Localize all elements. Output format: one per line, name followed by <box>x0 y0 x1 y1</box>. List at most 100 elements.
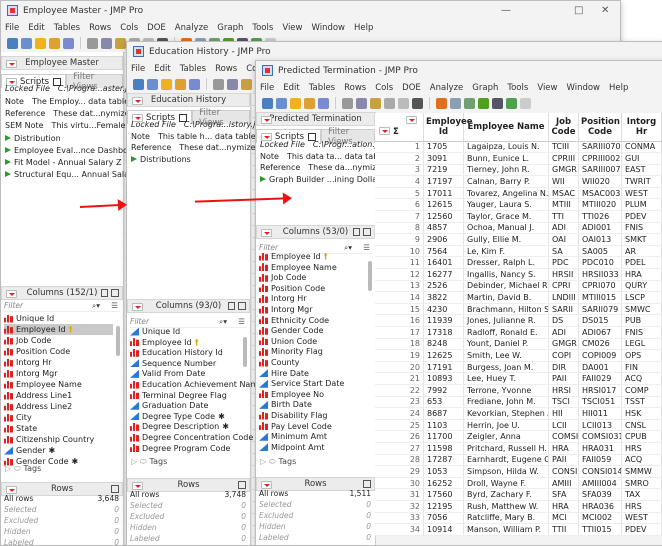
table-name-header[interactable]: Employee Master <box>1 56 123 70</box>
table-cell[interactable]: ADI067 <box>578 326 622 339</box>
toolbar-button-icon[interactable] <box>21 37 32 49</box>
row-number[interactable]: 25 <box>375 419 424 432</box>
table-cell[interactable]: LEGL <box>621 338 662 351</box>
menu-tools[interactable]: Tools <box>507 83 528 93</box>
table-cell[interactable]: PDEL <box>621 256 662 270</box>
column-item[interactable]: Intorg Hr <box>259 293 307 304</box>
table-cell[interactable]: PDC <box>548 256 579 270</box>
column-item[interactable]: Birth Date <box>259 399 312 410</box>
menu-file[interactable]: File <box>260 83 274 93</box>
table-cell[interactable]: Lee, Huey T. <box>463 372 549 385</box>
menu-cols[interactable]: Cols <box>120 23 138 33</box>
table-row[interactable]: 32 12195 Rush, Matthew W. HRA HRA036 HRS <box>375 500 662 513</box>
toolbar-button-icon[interactable] <box>356 97 367 109</box>
table-cell[interactable]: Earnhardt, Eugene G. <box>463 454 549 467</box>
tags-toggle[interactable]: ▷ ⬭ Tags <box>260 457 296 467</box>
row-number[interactable]: 18 <box>375 338 424 351</box>
row-number[interactable]: 13 <box>375 280 424 293</box>
menu-tables[interactable]: Tables <box>180 64 206 74</box>
table-cell[interactable]: PDEV <box>621 523 662 536</box>
table-script[interactable]: Structural Equ... Annual Salary Z <box>5 170 145 179</box>
table-row[interactable]: 18 8248 Yount, Daniel P. GMGR CM026 LEGL <box>375 338 662 351</box>
table-cell[interactable]: 17287 <box>423 454 464 467</box>
table-cell[interactable]: PAII <box>548 372 579 385</box>
table-cell[interactable]: QURY <box>621 280 662 293</box>
table-cell[interactable]: SARIII007 <box>578 164 622 177</box>
table-cell[interactable]: Frediane, John M. <box>463 396 549 409</box>
toolbar-button-icon[interactable] <box>7 37 18 49</box>
column-item[interactable]: Intorg Hr <box>4 357 52 368</box>
toolbar-button-icon[interactable] <box>262 97 273 109</box>
toolbar-button-icon[interactable] <box>290 97 301 109</box>
menu-help[interactable]: Help <box>354 23 373 33</box>
table-row[interactable]: 29 1053 Simpson, Hilda W. CONSI CONSI014 SMMW <box>375 465 662 478</box>
run-script-icon[interactable] <box>5 147 11 153</box>
checkbox[interactable] <box>111 289 119 297</box>
table-row[interactable]: 27 11598 Pritchard, Russell H. HRA HRA031 HRS <box>375 442 662 455</box>
table-cell[interactable]: 7219 <box>423 164 464 177</box>
table-cell[interactable]: Burgess, Joan M. <box>463 361 549 374</box>
table-cell[interactable]: OPS <box>621 349 662 362</box>
table-row[interactable]: 16 11939 Jones, Julianne R. DS DS015 PUB <box>375 314 662 327</box>
table-cell[interactable]: Martin, David B. <box>463 291 549 304</box>
table-cell[interactable]: 1103 <box>423 419 464 432</box>
table-cell[interactable]: LNDIII <box>548 291 579 304</box>
table-script[interactable]: Distributions <box>131 155 191 164</box>
column-item[interactable]: Terminal Degree Flag <box>130 390 227 401</box>
table-cell[interactable]: Droll, Wayne F. <box>463 477 549 490</box>
toolbar-button-icon[interactable] <box>189 78 200 90</box>
row-number[interactable]: 10 <box>375 245 424 258</box>
table-cell[interactable]: Brachmann, Hilton S. <box>463 303 549 316</box>
row-number[interactable]: 17 <box>375 326 424 339</box>
table-cell[interactable]: MSAC <box>548 187 579 200</box>
row-number[interactable]: 11 <box>375 256 424 270</box>
table-row[interactable]: 25 1103 Herrin, Joe U. LCII LCII013 CNSL <box>375 419 662 432</box>
toolbar-button-icon[interactable] <box>115 37 126 49</box>
table-cell[interactable]: CNSL <box>621 419 662 432</box>
table-cell[interactable]: COPI009 <box>578 349 622 362</box>
table-cell[interactable]: 17191 <box>423 361 464 374</box>
table-cell[interactable]: Byrd, Zachary F. <box>463 488 549 501</box>
red-triangle-menu-icon[interactable] <box>132 303 143 311</box>
table-cell[interactable]: SA005 <box>578 245 622 258</box>
row-number[interactable]: 7 <box>375 210 424 223</box>
table-cell[interactable]: 17011 <box>423 187 464 200</box>
table-cell[interactable]: Terrone, Yvonne <box>463 384 549 397</box>
table-row[interactable]: 7 12560 Taylor, Grace M. TTI TTI026 PDEV <box>375 210 662 223</box>
table-cell[interactable]: Tovarez, Angelina N. <box>463 187 549 200</box>
table-row[interactable]: 28 17287 Earnhardt, Eugene G. PAII FAII059 AC… <box>375 454 662 467</box>
table-row[interactable]: 9 2906 Gully, Ellie M. OAI OAI013 SMKT <box>375 233 662 246</box>
columns-scrollbar[interactable] <box>243 337 247 367</box>
column-item[interactable]: Job Code <box>259 272 306 283</box>
toolbar-button-icon[interactable] <box>464 97 475 109</box>
toolbar-button-icon[interactable] <box>87 37 98 49</box>
table-cell[interactable]: Bunn, Eunice L. <box>463 152 549 165</box>
table-cell[interactable]: TTI026 <box>578 210 622 223</box>
column-options-icon[interactable] <box>353 228 360 236</box>
menu-rows[interactable]: Rows <box>89 23 111 33</box>
table-cell[interactable]: 1705 <box>423 141 464 154</box>
table-cell[interactable]: PAII <box>548 454 579 467</box>
table-cell[interactable]: CM026 <box>578 338 622 351</box>
table-cell[interactable]: 11939 <box>423 314 464 327</box>
toolbar-button-icon[interactable] <box>35 37 46 49</box>
column-header-employee-id[interactable]: Employee Id <box>423 113 473 142</box>
table-cell[interactable]: 8687 <box>423 407 464 420</box>
table-cell[interactable]: Dresser, Ralph L. <box>463 256 549 270</box>
column-item[interactable]: Hire Date <box>259 368 309 379</box>
table-row[interactable]: 19 12625 Smith, Lee W. COPI COPI009 OPS <box>375 349 662 362</box>
toolbar-button-icon[interactable] <box>133 78 144 90</box>
column-item[interactable]: Minimum Amt <box>259 431 327 442</box>
table-cell[interactable]: PDC010 <box>578 256 622 270</box>
table-cell[interactable]: SMWC <box>621 303 662 316</box>
table-cell[interactable]: MTIII020 <box>578 198 622 212</box>
row-number[interactable]: 20 <box>375 361 424 374</box>
table-row[interactable]: 15 4230 Brachmann, Hilton S. SARII SARII079 S… <box>375 303 662 316</box>
table-cell[interactable]: CPRIII <box>548 152 579 165</box>
table-cell[interactable]: MCI002 <box>578 512 622 525</box>
menu-graph[interactable]: Graph <box>217 23 243 33</box>
table-row[interactable]: 20 17191 Burgess, Joan M. DIR DA001 FIN <box>375 361 662 374</box>
table-cell[interactable]: SMRO <box>621 477 662 490</box>
row-number[interactable]: 15 <box>375 303 424 316</box>
row-number[interactable]: 26 <box>375 430 424 443</box>
